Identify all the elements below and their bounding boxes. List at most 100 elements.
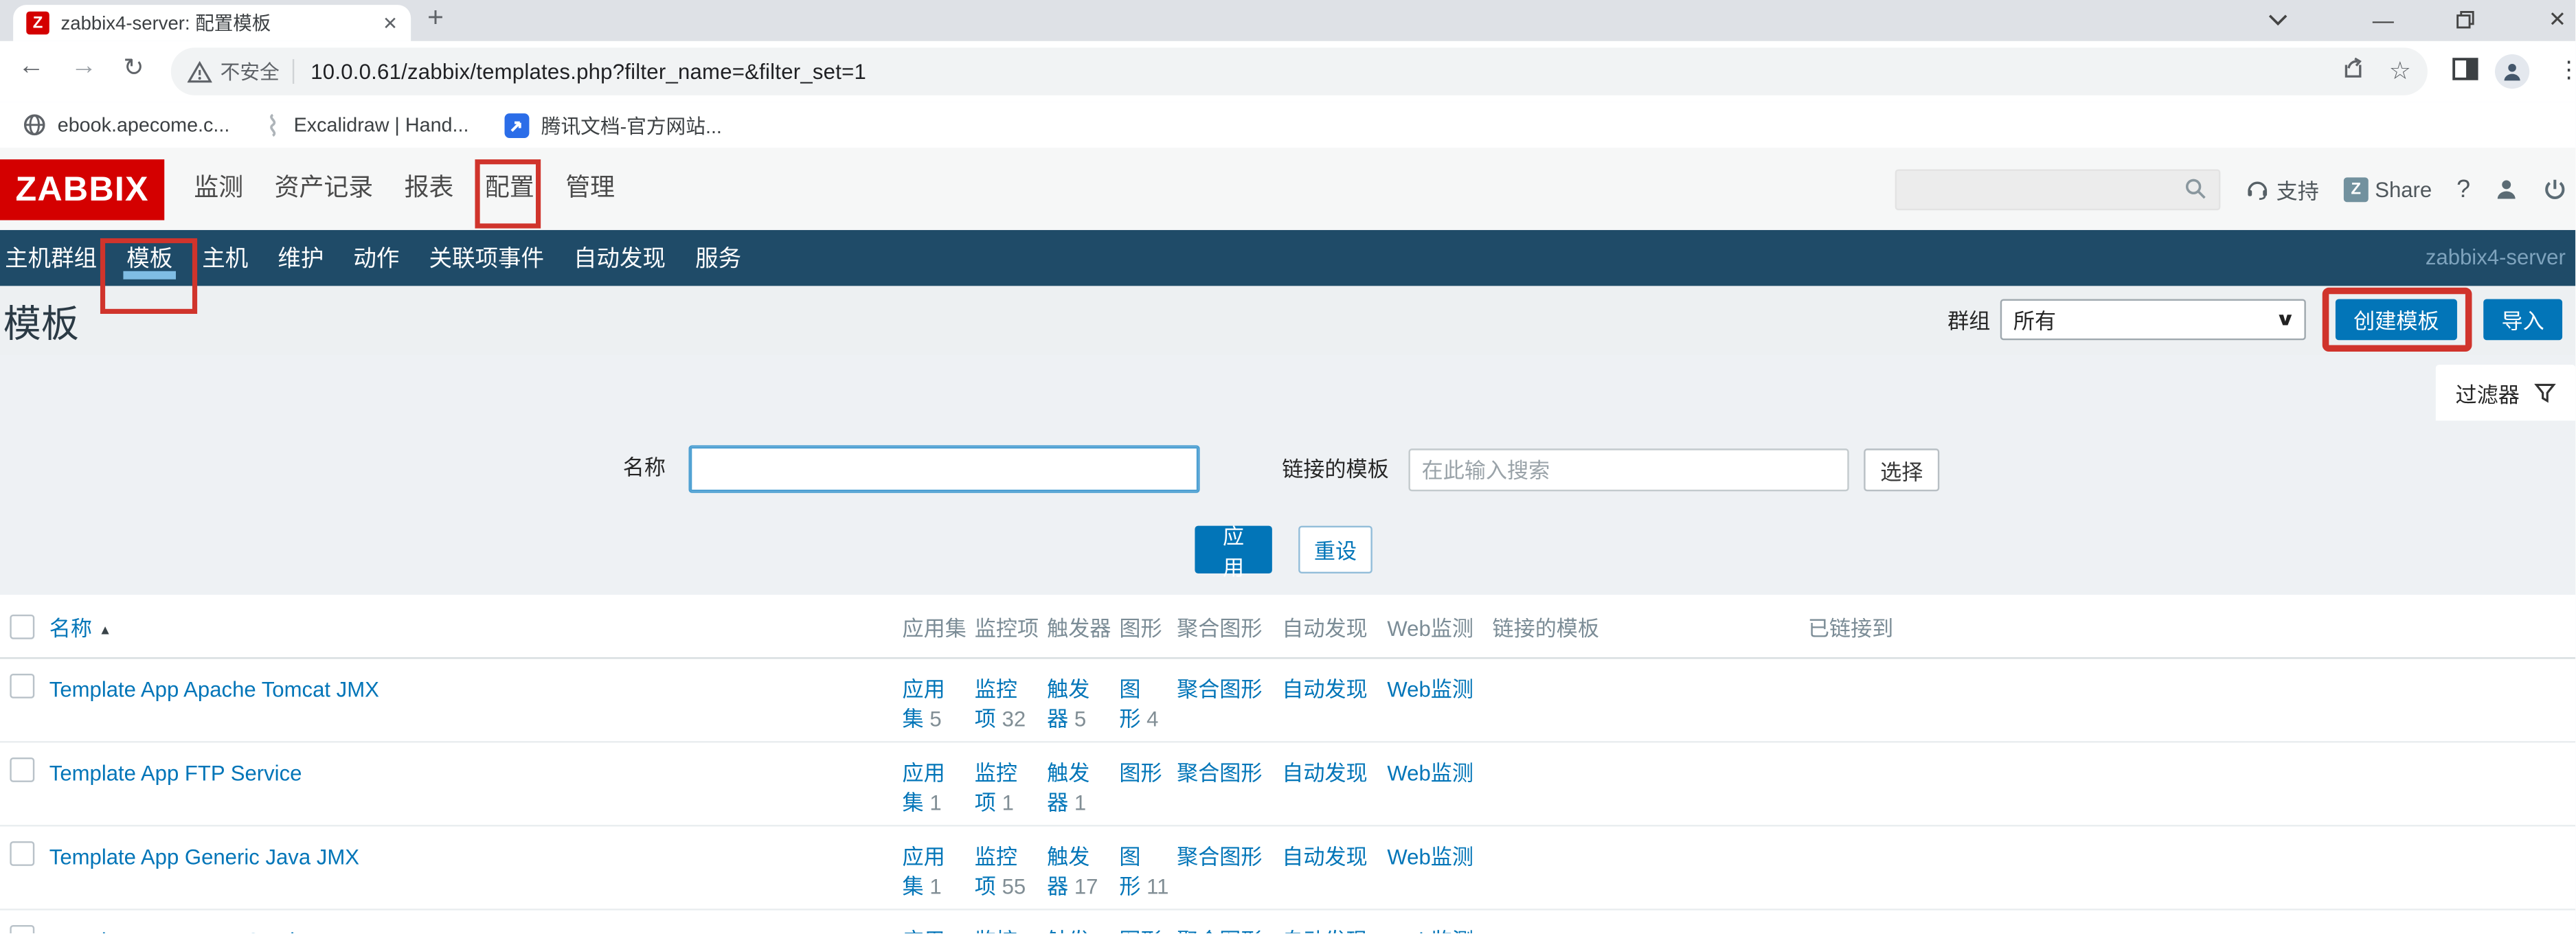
nav-item-reports[interactable]: 报表 (405, 148, 454, 230)
logout-icon[interactable] (2542, 176, 2567, 201)
reload-icon[interactable]: ↻ (123, 53, 144, 82)
nav-item-configuration[interactable]: 配置 (485, 148, 534, 230)
stat-link[interactable]: 触发 (1047, 929, 1089, 934)
stat-link[interactable]: 监控 (975, 845, 1017, 869)
stat-link[interactable]: 项 (975, 707, 996, 731)
subnav-item-event-correlation[interactable]: 关联项事件 (414, 230, 559, 286)
subnav-item-discovery[interactable]: 自动发现 (558, 230, 680, 286)
template-link[interactable]: Template App Generic Java JMX (49, 845, 359, 869)
row-checkbox[interactable] (10, 841, 34, 866)
security-label[interactable]: 不安全 (221, 58, 280, 86)
stat-link[interactable]: 触发 (1047, 845, 1089, 869)
select-button[interactable]: 选择 (1864, 448, 1939, 491)
stat-link[interactable]: Web监测 (1387, 929, 1473, 934)
stat-link[interactable]: Web监测 (1387, 761, 1473, 786)
stat-link[interactable]: 触发 (1047, 677, 1089, 702)
help-link[interactable]: ? (2456, 175, 2470, 203)
stat-link[interactable]: 器 (1047, 874, 1068, 899)
stat-link[interactable]: 聚合图形 (1177, 761, 1262, 786)
stat-link[interactable]: 触发 (1047, 761, 1089, 786)
stat-link[interactable]: 监控 (975, 761, 1017, 786)
stat-link[interactable]: 集 (903, 874, 924, 899)
browser-tab[interactable]: Z zabbix4-server: 配置模板 ✕ (13, 5, 411, 41)
subnav-item-services[interactable]: 服务 (681, 230, 756, 286)
stat-link[interactable]: 集 (903, 790, 924, 815)
stat-link[interactable]: 应用 (903, 845, 945, 869)
stat-link[interactable]: 监控 (975, 929, 1017, 934)
window-minimize-button[interactable]: — (2366, 0, 2399, 39)
stat-link[interactable]: 自动发现 (1282, 677, 1367, 702)
template-link[interactable]: Template App Apache Tomcat JMX (49, 677, 379, 702)
share-icon[interactable] (2340, 54, 2366, 89)
stat-link[interactable]: 器 (1047, 790, 1068, 815)
nav-item-inventory[interactable]: 资产记录 (275, 148, 374, 230)
global-search-input[interactable] (1895, 168, 2221, 209)
address-bar[interactable]: 不安全 10.0.0.61/zabbix/templates.php?filte… (171, 47, 2428, 95)
template-link[interactable]: Template App HTTP Service (49, 929, 317, 934)
bookmark-item[interactable]: Excalidraw | Hand... (262, 113, 468, 137)
row-checkbox[interactable] (10, 758, 34, 782)
new-tab-button[interactable]: + (427, 1, 444, 34)
select-all-checkbox[interactable] (10, 614, 34, 639)
stat-link[interactable]: 应用 (903, 677, 945, 702)
nav-item-monitoring[interactable]: 监测 (194, 148, 243, 230)
apply-button[interactable]: 应用 (1195, 526, 1272, 573)
forward-icon[interactable]: → (71, 53, 97, 82)
template-link[interactable]: Template App FTP Service (49, 761, 302, 786)
subnav-item-templates[interactable]: 模板 (112, 230, 188, 286)
stat-link[interactable]: 聚合图形 (1177, 929, 1262, 934)
stat-link[interactable]: 图 (1119, 677, 1140, 702)
window-close-button[interactable]: ✕ (2541, 0, 2574, 39)
stat-link[interactable]: 图 (1119, 845, 1140, 869)
stat-link[interactable]: 项 (975, 874, 996, 899)
stat-link[interactable]: 项 (975, 790, 996, 815)
browser-profile-avatar[interactable] (2495, 54, 2529, 89)
row-checkbox[interactable] (10, 674, 34, 698)
bookmark-star-icon[interactable]: ☆ (2389, 60, 2411, 82)
stat-link[interactable]: 形 (1119, 707, 1140, 731)
stat-link[interactable]: 自动发现 (1282, 761, 1367, 786)
create-template-button[interactable]: 创建模板 (2336, 299, 2457, 340)
stat-link[interactable]: 应用 (903, 929, 945, 934)
import-button[interactable]: 导入 (2483, 299, 2562, 340)
stat-link[interactable]: 应用 (903, 761, 945, 786)
stat-link[interactable]: 聚合图形 (1177, 677, 1262, 702)
profile-icon[interactable] (2495, 177, 2518, 200)
stat-link[interactable]: Web监测 (1387, 845, 1473, 869)
reset-button[interactable]: 重设 (1298, 526, 1372, 573)
url-text[interactable]: 10.0.0.61/zabbix/templates.php?filter_na… (310, 59, 2316, 84)
subnav-item-actions[interactable]: 动作 (339, 230, 414, 286)
tab-close-icon[interactable]: ✕ (383, 12, 398, 34)
browser-menu-icon[interactable]: ⋮ (2557, 56, 2575, 84)
nav-item-administration[interactable]: 管理 (565, 148, 615, 230)
filter-tab[interactable]: 过滤器 (2436, 365, 2575, 420)
stat-link[interactable]: 形 (1119, 874, 1140, 899)
back-icon[interactable]: ← (18, 53, 44, 82)
title-row: 模板 群组 所有 ∨ 创建模板 导入 (0, 286, 2575, 354)
subnav-item-maintenance[interactable]: 维护 (263, 230, 339, 286)
support-link[interactable]: 支持 (2245, 173, 2319, 204)
stat-link[interactable]: 自动发现 (1282, 929, 1367, 934)
stat-link[interactable]: 自动发现 (1282, 845, 1367, 869)
zabbix-logo[interactable]: ZABBIX (0, 159, 164, 220)
stat-link[interactable]: 聚合图形 (1177, 845, 1262, 869)
stat-link[interactable]: Web监测 (1387, 677, 1473, 702)
window-restore-button[interactable] (2449, 0, 2482, 39)
stat-link[interactable]: 集 (903, 707, 924, 731)
subnav-item-hostgroups[interactable]: 主机群组 (0, 230, 112, 286)
tab-list-chevron-icon[interactable] (2261, 0, 2294, 39)
group-select[interactable]: 所有 ∨ (2000, 299, 2306, 340)
share-link[interactable]: Z Share (2344, 176, 2432, 201)
linked-template-search-input[interactable] (1408, 448, 1849, 491)
stat-link[interactable]: 图形 (1119, 929, 1162, 934)
sort-by-name-link[interactable]: 名称 (49, 615, 92, 640)
bookmark-item[interactable]: ebook.apecome.c... (23, 113, 229, 136)
subnav-item-hosts[interactable]: 主机 (188, 230, 263, 286)
split-screen-icon[interactable] (2452, 58, 2478, 89)
bookmark-item[interactable]: 腾讯文档-官方网站... (505, 111, 722, 139)
row-checkbox[interactable] (10, 925, 34, 934)
filter-name-input[interactable] (688, 445, 1199, 492)
stat-link[interactable]: 器 (1047, 707, 1068, 731)
stat-link[interactable]: 图形 (1119, 761, 1162, 786)
stat-link[interactable]: 监控 (975, 677, 1017, 702)
